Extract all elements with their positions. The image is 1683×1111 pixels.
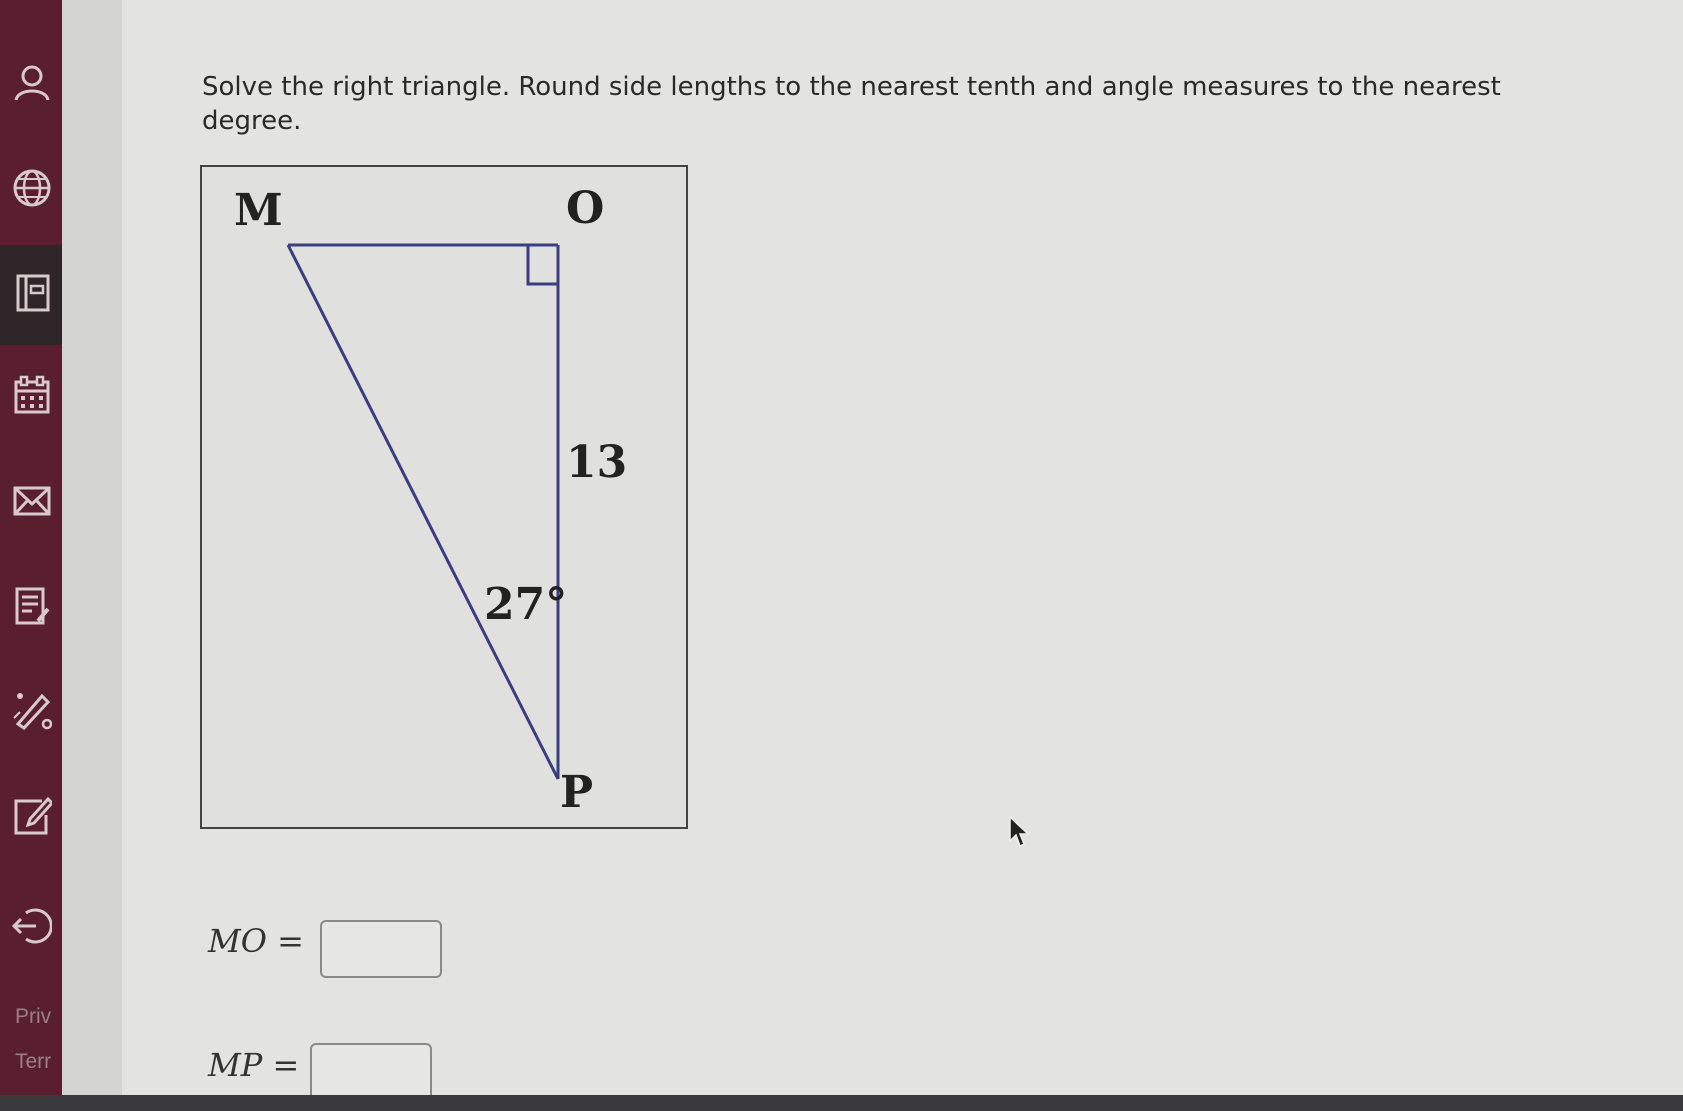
pencil-tools-icon[interactable] <box>12 690 52 730</box>
book-icon[interactable] <box>12 272 52 312</box>
side-op-length-label: 13 <box>566 437 628 488</box>
triangle-diagram <box>286 243 560 780</box>
right-angle-marker <box>526 245 558 286</box>
taskbar <box>0 1095 1683 1111</box>
answer-label-mo: MO = <box>208 922 304 960</box>
mail-icon[interactable] <box>12 480 52 520</box>
side-mp <box>286 244 560 780</box>
notes-icon[interactable] <box>12 585 52 625</box>
calendar-icon[interactable] <box>12 375 52 415</box>
mo-answer-input[interactable] <box>320 920 442 978</box>
triangle-figure: M O P 13 27° <box>200 165 688 829</box>
globe-icon[interactable] <box>12 168 52 208</box>
vertex-m-label: M <box>234 185 283 236</box>
vertex-o-label: O <box>566 183 605 234</box>
edit-icon[interactable] <box>12 795 52 835</box>
angle-p-label: 27° <box>484 579 568 630</box>
privacy-link[interactable]: Priv <box>15 1005 65 1029</box>
answer-label-mp: MP = <box>208 1046 300 1084</box>
terms-link[interactable]: Terr <box>15 1050 65 1074</box>
sidebar: Priv Terr <box>0 0 62 1111</box>
left-gutter <box>62 0 124 1095</box>
user-icon[interactable] <box>12 62 52 102</box>
vertex-p-label: P <box>560 767 594 818</box>
question-prompt: Solve the right triangle. Round side len… <box>202 72 1501 136</box>
mp-answer-input[interactable] <box>310 1043 432 1101</box>
mouse-cursor-icon <box>1009 815 1030 848</box>
logout-icon[interactable] <box>12 905 52 945</box>
